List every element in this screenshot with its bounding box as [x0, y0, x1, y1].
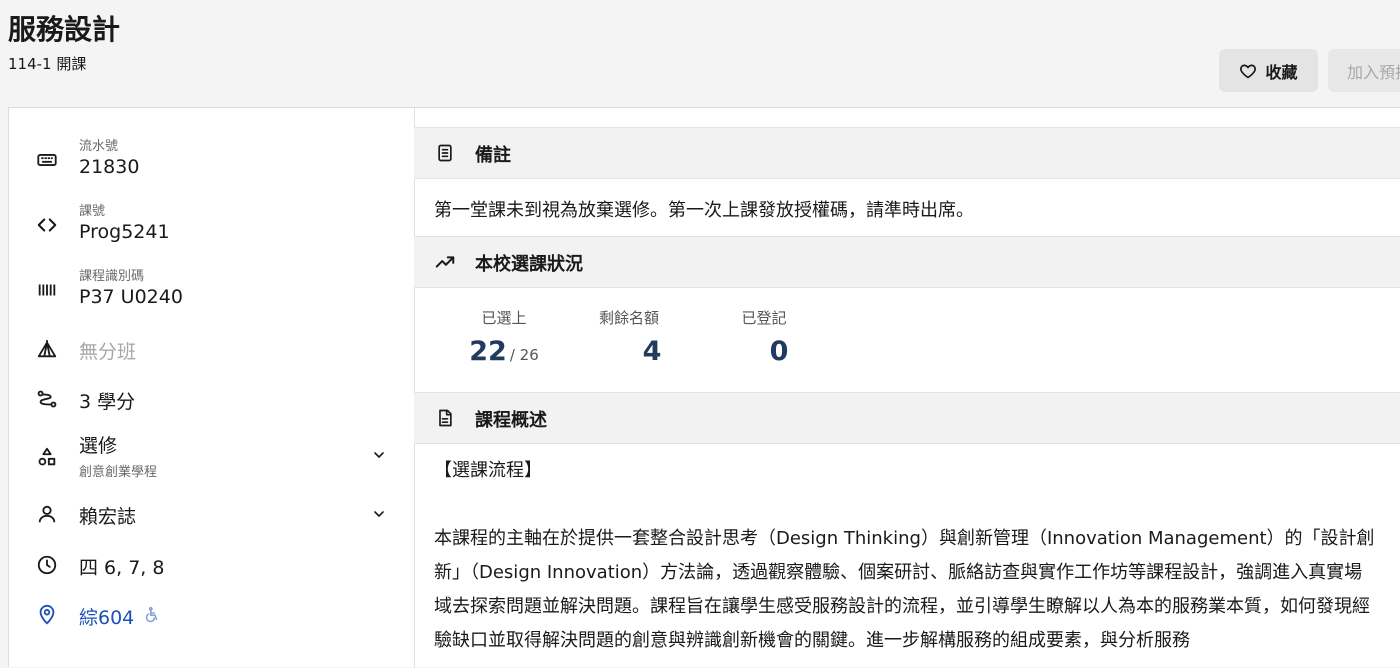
overview-subheading: 【選課流程】	[434, 460, 542, 481]
course-id-value: P37 U0240	[79, 286, 183, 308]
course-code-item: 課號 Prog5241	[9, 199, 414, 249]
stat-registered: 已登記 0	[709, 307, 819, 367]
course-type-item[interactable]: 選修 創意創業學程	[9, 431, 414, 481]
selected-count: 22/ 26	[449, 336, 559, 367]
registered-value: 0	[769, 336, 789, 367]
course-info-sidebar: 流水號 21830 課號 Prog5241 課程識別碼 P37 U0240 無分…	[9, 108, 415, 668]
selected-value: 22	[469, 336, 507, 367]
location-item[interactable]: 綜604	[9, 602, 414, 632]
overview-heading: 課程概述	[475, 410, 547, 431]
shapes-icon	[35, 445, 59, 469]
notes-icon	[434, 142, 456, 164]
favorite-button[interactable]: 收藏	[1219, 49, 1318, 92]
serial-number-item: 流水號 21830	[9, 134, 414, 184]
remaining-label: 剩餘名額	[598, 309, 659, 327]
page-subtitle: 114-1 開課	[8, 55, 87, 73]
course-id-item: 課程識別碼 P37 U0240	[9, 264, 414, 314]
favorite-label: 收藏	[1265, 64, 1298, 82]
page-header: 服務設計 114-1 開課 收藏 加入預排	[0, 0, 1400, 107]
document-icon	[434, 407, 456, 429]
course-code-value: Prog5241	[79, 221, 170, 243]
overview-body: 本課程的主軸在於提供一套整合設計思考（Design Thinking）與創新管理…	[434, 528, 1375, 651]
map-pin-icon	[35, 603, 59, 627]
credits-item: 3 學分	[9, 386, 414, 416]
serial-label: 流水號	[79, 139, 119, 154]
course-details-main: 備註 第一堂課未到視為放棄選修。第一次上課發放授權碼，請準時出席。 本校選課狀況…	[414, 108, 1400, 668]
user-icon	[35, 502, 59, 526]
selected-label: 已選上	[481, 309, 527, 327]
serial-value: 21830	[79, 156, 140, 178]
time-item: 四 6, 7, 8	[9, 552, 414, 582]
registered-label: 已登記	[741, 309, 787, 327]
stat-selected: 已選上 22/ 26	[449, 307, 559, 367]
route-icon	[35, 387, 59, 411]
course-id-label: 課程識別碼	[79, 269, 145, 284]
code-brackets-icon	[35, 213, 59, 237]
time-value: 四 6, 7, 8	[79, 557, 165, 579]
course-code-label: 課號	[79, 204, 106, 219]
course-card: 流水號 21830 課號 Prog5241 課程識別碼 P37 U0240 無分…	[8, 107, 1400, 668]
selected-total: / 26	[509, 346, 539, 364]
remaining-value: 4	[642, 336, 662, 367]
course-program-label: 創意創業學程	[79, 465, 158, 480]
tent-icon	[35, 337, 59, 361]
heart-icon	[1239, 62, 1257, 80]
class-section-item: 無分班	[9, 336, 414, 366]
chevron-down-icon[interactable]	[369, 445, 389, 465]
chevron-down-icon[interactable]	[369, 504, 389, 524]
teacher-value: 賴宏誌	[79, 506, 137, 528]
clock-icon	[35, 553, 59, 577]
add-to-schedule-button[interactable]: 加入預排	[1328, 49, 1400, 92]
wheelchair-icon	[143, 606, 160, 623]
notes-heading: 備註	[475, 145, 511, 166]
page-title: 服務設計	[8, 13, 121, 46]
teacher-item[interactable]: 賴宏誌	[9, 501, 414, 531]
enrollment-section-header: 本校選課狀況	[414, 236, 1400, 288]
course-type-value: 選修	[79, 435, 118, 457]
credits-value: 3 學分	[79, 391, 136, 413]
barcode-icon	[35, 278, 59, 302]
overview-section-header: 課程概述	[414, 392, 1400, 444]
notes-section-header: 備註	[414, 127, 1400, 179]
enrollment-heading: 本校選課狀況	[475, 254, 583, 275]
notes-text: 第一堂課未到視為放棄選修。第一次上課發放授權碼，請準時出席。	[434, 200, 974, 221]
stat-remaining: 剩餘名額 4	[574, 307, 684, 367]
class-section-value: 無分班	[79, 341, 137, 363]
keyboard-icon	[35, 148, 59, 172]
location-link[interactable]: 綜604	[79, 603, 134, 630]
trending-up-icon	[434, 251, 456, 273]
